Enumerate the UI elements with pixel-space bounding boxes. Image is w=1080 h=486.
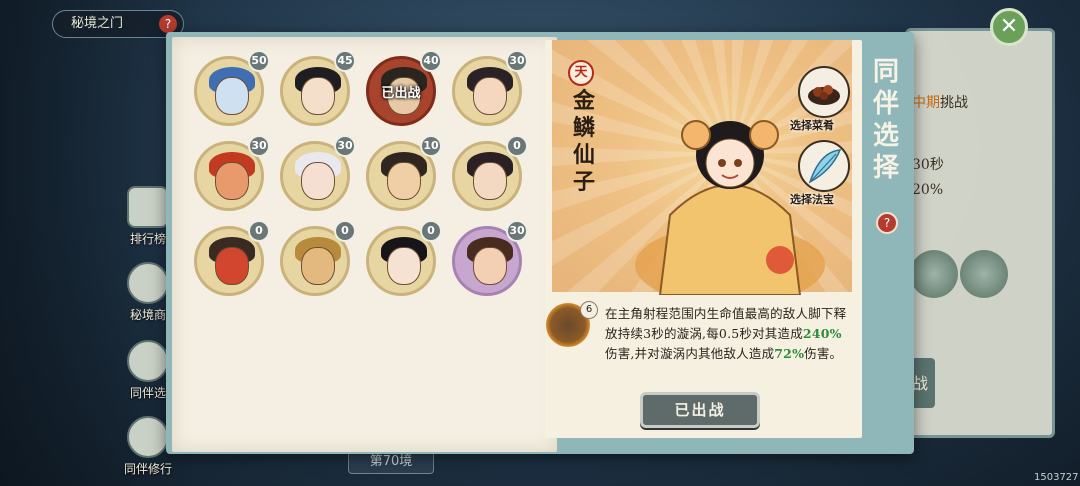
- sidebar-item-label: 同伴修行: [123, 462, 172, 476]
- deployed-tag: 已出战: [381, 86, 421, 101]
- companion-card[interactable]: 30: [278, 135, 356, 213]
- companion-level-badge: 50: [248, 50, 270, 72]
- companion-card[interactable]: 45: [278, 50, 356, 128]
- companion-card[interactable]: 0: [450, 135, 528, 213]
- avatar-face: [473, 247, 507, 285]
- avatar-face: [301, 247, 335, 285]
- companion-level-badge: 30: [506, 50, 528, 72]
- companion-card[interactable]: 30: [192, 135, 270, 213]
- skill-description: 在主角射程范围内生命值最高的敌人脚下释放持续3秒的漩涡,每0.5秒对其造成240…: [605, 306, 847, 361]
- avatar-face: [215, 162, 249, 200]
- companion-card[interactable]: 0: [192, 220, 270, 298]
- dish-slot[interactable]: [798, 66, 850, 118]
- title-help-icon[interactable]: ?: [159, 15, 177, 33]
- treasure-slot[interactable]: [798, 140, 850, 192]
- companion-level-badge: 0: [420, 220, 442, 242]
- companion-card[interactable]: 0: [364, 220, 442, 298]
- dish-icon: [808, 85, 840, 105]
- avatar-face: [301, 77, 335, 115]
- companion-level-badge: 30: [248, 135, 270, 157]
- companion-level-badge: 40: [420, 50, 442, 72]
- companion-level-badge: 0: [248, 220, 270, 242]
- companion-card[interactable]: 30: [450, 50, 528, 128]
- ranking-icon: [127, 186, 169, 228]
- avatar-face: [215, 77, 249, 115]
- shop-icon: [127, 262, 169, 304]
- companion-level-badge: 10: [420, 135, 442, 157]
- challenge-title: 中期挑战: [912, 95, 968, 111]
- companion-card[interactable]: 10: [364, 135, 442, 213]
- companion-level-badge: 30: [506, 220, 528, 242]
- companion-card[interactable]: 30: [450, 220, 528, 298]
- companion-level-badge: 0: [334, 220, 356, 242]
- companion-level-badge: 30: [334, 135, 356, 157]
- avatar-face: [301, 162, 335, 200]
- avatar-face: [387, 247, 421, 285]
- close-icon: ✕: [999, 14, 1019, 39]
- companion-level-badge: 45: [334, 50, 356, 72]
- companion-name: 金 鳞 仙 子: [572, 88, 595, 195]
- companion-select-icon: [127, 340, 169, 382]
- companion-level-badge: 0: [506, 135, 528, 157]
- tier-badge: 天: [568, 60, 594, 86]
- challenge-time: 30秒: [912, 157, 944, 173]
- companion-card[interactable]: 40 已出战: [364, 50, 442, 128]
- avatar-face: [215, 247, 249, 285]
- companion-card[interactable]: 50: [192, 50, 270, 128]
- companion-card[interactable]: 0: [278, 220, 356, 298]
- dialog-help-icon[interactable]: ?: [876, 212, 898, 234]
- feather-treasure-icon: [808, 149, 842, 184]
- leaf-gem-icon: [960, 250, 1008, 298]
- user-id: 1503727: [1034, 472, 1079, 483]
- avatar-face: [473, 77, 507, 115]
- reward-orb-icon: [910, 250, 958, 298]
- dish-slot-label: 选择菜肴: [790, 119, 834, 132]
- avatar-face: [387, 162, 421, 200]
- treasure-slot-label: 选择法宝: [790, 193, 834, 206]
- close-button[interactable]: ✕: [990, 8, 1028, 46]
- challenge-percent: 20%: [912, 182, 944, 198]
- skill-level-badge: 6: [580, 301, 598, 319]
- deploy-button[interactable]: 已出战: [640, 392, 760, 428]
- avatar-face: [473, 162, 507, 200]
- companion-training-icon: [127, 416, 169, 458]
- page-title-text: 秘境之门: [71, 16, 124, 31]
- page-title: 秘境之门 ?: [52, 10, 184, 38]
- dialog-title: 同 伴 选 择: [872, 57, 899, 183]
